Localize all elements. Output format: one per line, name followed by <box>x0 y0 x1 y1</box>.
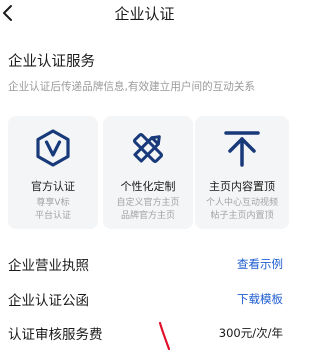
view-example-link[interactable]: 查看示例 <box>237 256 283 272</box>
page-title: 企业认证 <box>114 5 175 23</box>
official-verify-v-icon <box>33 128 73 168</box>
service-description: 企业认证后传递品牌信息,有效建立用户间的互动关系 <box>8 81 256 93</box>
download-template-link[interactable]: 下载模板 <box>237 291 283 307</box>
card-official-verify[interactable]: 官方认证 尊享V标 平台认证 <box>8 116 98 229</box>
card-subtitle-line: 平台认证 <box>34 210 71 221</box>
card-subtitle-line: 帖子主页内置顶 <box>210 210 274 221</box>
card-title: 主页内容置顶 <box>209 180 275 193</box>
card-subtitle: 自定义官方主页 品牌官方主页 <box>103 197 193 222</box>
card-subtitle-line: 个人中心互动视频 <box>205 198 278 208</box>
card-pin-to-top[interactable]: 主页内容置顶 个人中心互动视频 帖子主页内置顶 <box>195 116 289 229</box>
card-subtitle: 尊享V标 平台认证 <box>8 197 98 222</box>
annotation-stroke <box>158 321 172 350</box>
review-fee-label: 认证审核服务费 <box>8 327 103 343</box>
review-fee-row: 认证审核服务费 300元/次/年 <box>8 323 283 347</box>
pin-to-top-icon <box>222 128 262 168</box>
certification-letter-label: 企业认证公函 <box>8 293 89 309</box>
card-title: 官方认证 <box>31 180 75 193</box>
certification-letter-row: 企业认证公函 下载模板 <box>8 289 283 313</box>
card-subtitle: 个人中心互动视频 帖子主页内置顶 <box>195 197 289 222</box>
card-subtitle-line: 品牌官方主页 <box>120 210 175 221</box>
card-subtitle-line: 尊享V标 <box>36 198 70 208</box>
business-license-label: 企业营业执照 <box>8 258 89 274</box>
business-license-row: 企业营业执照 查看示例 <box>8 254 283 278</box>
service-section-title: 企业认证服务 <box>8 54 95 70</box>
benefit-cards: 官方认证 尊享V标 平台认证 个性化定制 自定义官方主页 品牌官方主页 主页内容… <box>8 116 289 229</box>
customize-pencil-ruler-icon <box>128 128 168 168</box>
card-title: 个性化定制 <box>120 180 176 193</box>
card-customization[interactable]: 个性化定制 自定义官方主页 品牌官方主页 <box>103 116 193 229</box>
card-subtitle-line: 自定义官方主页 <box>116 198 180 208</box>
header-bar: 企业认证 <box>0 0 289 30</box>
review-fee-value: 300元/次/年 <box>218 326 283 340</box>
